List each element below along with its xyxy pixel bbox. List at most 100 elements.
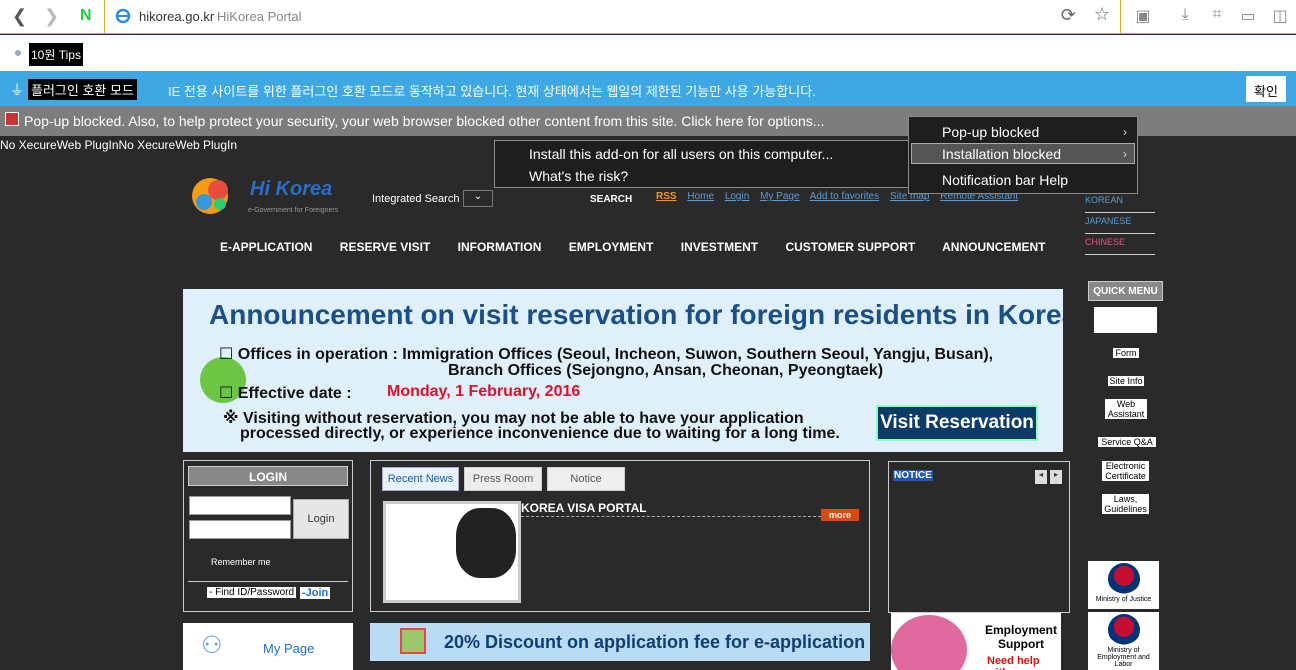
remember-me[interactable]: Remember me <box>211 557 271 567</box>
banner-warning-cont: processed directly, or experience inconv… <box>240 425 840 442</box>
employment-title: Employment Support <box>984 623 1057 651</box>
employment-support-link[interactable]: Employment Support Need help with <box>891 613 1061 670</box>
menu-notification-help[interactable]: Notification bar Help <box>942 172 1068 188</box>
nav-information[interactable]: INFORMATION <box>458 240 542 254</box>
sidebar-icon[interactable]: ◫ <box>1270 6 1290 26</box>
banner-effective-label: ☐ Effective date : <box>219 385 352 402</box>
menu-popup-blocked[interactable]: Pop-up blocked <box>942 124 1039 140</box>
submenu-install-addon[interactable]: Install this add-on for all users on thi… <box>529 146 833 162</box>
nav-customer-support[interactable]: CUSTOMER SUPPORT <box>785 240 915 254</box>
mascot-icon[interactable] <box>1094 307 1157 333</box>
ie-icon <box>115 8 131 24</box>
quick-service-qa[interactable]: Service Q&A <box>1098 437 1156 447</box>
link-home[interactable]: Home <box>687 191 714 202</box>
login-password-input[interactable] <box>189 520 291 539</box>
popup-options-menu: Pop-up blocked › Installation blocked › … <box>908 116 1138 194</box>
lang-korean[interactable]: KOREAN <box>1085 192 1155 213</box>
ministry-of-labor-link[interactable]: Ministry of Employment and Labor <box>1088 612 1159 670</box>
people-icon: ⚇ <box>201 632 223 659</box>
notice-box: NOTICE ◂ ▸ <box>888 461 1070 613</box>
download-icon[interactable]: ⤓ <box>1175 6 1195 26</box>
link-favorites[interactable]: Add to favorites <box>810 191 879 202</box>
thumbnail-image <box>456 508 516 578</box>
lang-chinese[interactable]: CHINESE <box>1085 234 1155 255</box>
quick-form[interactable]: Form <box>1113 348 1139 358</box>
tab-press-room[interactable]: Press Room <box>464 467 542 491</box>
main-nav: E-APPLICATION RESERVE VISIT INFORMATION … <box>220 240 1069 254</box>
reload-icon[interactable]: ⟳ <box>1061 5 1076 26</box>
logo-subtext: e-Government for Foreigners <box>248 207 339 214</box>
quick-laws-guidelines[interactable]: Laws, Guidelines <box>1102 494 1149 514</box>
naver-logo[interactable]: N <box>80 7 92 25</box>
url-domain: hikorea.go.kr <box>139 9 215 24</box>
blocked-shield-icon <box>5 112 19 126</box>
more-button[interactable]: more <box>821 509 860 521</box>
nav-investment[interactable]: INVESTMENT <box>681 240 758 254</box>
lang-japanese[interactable]: JAPANESE <box>1085 213 1155 234</box>
banner-effective-date: Monday, 1 February, 2016 <box>387 383 581 400</box>
hikorea-logo[interactable]: Hi Korea e-Government for Foreigners <box>190 172 350 220</box>
browser-toolbar: ❮ ❯ N hikorea.go.kr HiKorea Portal ⟳ ☆ ▣… <box>0 0 1296 34</box>
gift-icon <box>400 628 426 654</box>
banner-offices: ☐ Offices in operation : Immigration Off… <box>219 346 994 363</box>
employment-subtitle: Need help with <box>987 655 1040 670</box>
forward-button[interactable]: ❯ <box>44 6 59 27</box>
compat-mode-label: 플러그인 호환 모드 <box>28 79 137 100</box>
login-id-input[interactable] <box>189 496 291 515</box>
notice-prev-icon[interactable]: ◂ <box>1035 470 1047 484</box>
submenu-whats-the-risk[interactable]: What's the risk? <box>529 168 628 184</box>
compat-ok-button[interactable]: 확인 <box>1246 76 1286 102</box>
address-bar[interactable]: hikorea.go.kr HiKorea Portal ⟳ ☆ <box>104 0 1121 34</box>
banner-headline: Announcement on visit reservation for fo… <box>209 299 1063 330</box>
back-button[interactable]: ❮ <box>12 6 27 27</box>
employment-people-icon <box>891 615 967 670</box>
ministry-of-justice-link[interactable]: Ministry of Justice <box>1088 561 1159 609</box>
rss-link[interactable]: RSS <box>656 191 677 202</box>
announcement-banner[interactable]: Announcement on visit reservation for fo… <box>183 289 1063 452</box>
xecure-plugin-text: No XecureWeb PlugInNo XecureWeb PlugIn <box>0 138 238 152</box>
news-box: Recent News Press Room Notice KOREA VISA… <box>370 460 870 612</box>
login-header: LOGIN <box>188 466 348 486</box>
popup-blocked-message[interactable]: Pop-up blocked. Also, to help protect yo… <box>24 113 824 129</box>
news-title[interactable]: KOREA VISA PORTAL <box>521 501 647 515</box>
bookmark-dot-icon <box>15 50 21 56</box>
rss-feed-icon[interactable]: ▣ <box>1133 6 1153 26</box>
quick-electronic-certificate[interactable]: Electronic Certificate <box>1102 461 1149 481</box>
nav-e-application[interactable]: E-APPLICATION <box>220 240 312 254</box>
bookmarks-bar: 10원 Tips <box>0 35 1296 71</box>
link-my-page[interactable]: My Page <box>760 191 799 202</box>
nav-employment[interactable]: EMPLOYMENT <box>569 240 654 254</box>
bookmark-tips[interactable]: 10원 Tips <box>29 43 83 66</box>
crop-icon[interactable]: ⌗ <box>1207 6 1227 26</box>
nav-reserve-visit[interactable]: RESERVE VISIT <box>340 240 430 254</box>
url-page-title: HiKorea Portal <box>217 9 302 24</box>
ministry-justice-label: Ministry of Justice <box>1095 596 1152 603</box>
submenu-arrow-icon: › <box>1123 147 1127 161</box>
taegeuk-emblem-icon <box>1107 563 1140 595</box>
compat-mode-message: IE 전용 사이트를 위한 플러그인 호환 모드로 동작하고 있습니다. 현재 … <box>168 84 816 99</box>
my-page-link[interactable]: ⚇ My Page <box>183 623 353 670</box>
menu-installation-blocked[interactable]: Installation blocked <box>942 146 1061 162</box>
tab-recent-news[interactable]: Recent News <box>382 467 459 491</box>
link-login[interactable]: Login <box>725 191 749 202</box>
notice-next-icon[interactable]: ▸ <box>1050 470 1062 484</box>
ministry-labor-label: Ministry of Employment and Labor <box>1097 647 1150 668</box>
banner-branch-offices: Branch Offices (Sejongno, Ansan, Cheonan… <box>448 362 884 379</box>
quick-web-assistant[interactable]: Web Assistant <box>1105 399 1147 419</box>
quick-site-info[interactable]: Site Info <box>1108 376 1144 386</box>
visit-reservation-button[interactable]: Visit Reservation <box>876 405 1038 441</box>
nav-announcement[interactable]: ANNOUNCEMENT <box>942 240 1045 254</box>
logo-text: Hi Korea <box>250 178 333 200</box>
search-dropdown[interactable]: ⌄ <box>463 190 493 207</box>
bookmark-star-icon[interactable]: ☆ <box>1094 4 1110 25</box>
join-link[interactable]: -Join <box>300 587 331 599</box>
news-thumbnail[interactable] <box>383 501 521 603</box>
discount-banner[interactable]: 20% Discount on application fee for e-ap… <box>370 623 870 661</box>
reader-icon[interactable]: ▭ <box>1238 6 1258 26</box>
news-divider <box>521 516 821 517</box>
tab-notice[interactable]: Notice <box>547 467 625 491</box>
language-list: KOREAN JAPANESE CHINESE <box>1085 192 1155 255</box>
find-id-link[interactable]: - Find ID/Password <box>207 587 297 598</box>
login-button[interactable]: Login <box>293 499 349 539</box>
search-button[interactable]: SEARCH <box>590 194 632 205</box>
